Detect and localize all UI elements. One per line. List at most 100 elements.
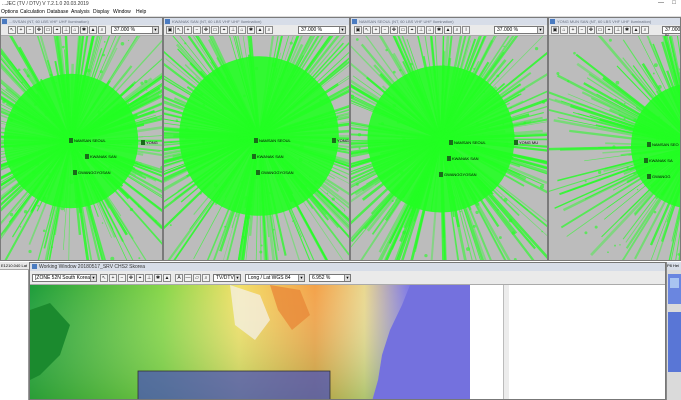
search-icon[interactable]: ⌕ [98, 26, 106, 34]
coverage-map[interactable]: NAMSAN SEOUL YONG KWANAK SAN GWANGGYOSAN [164, 36, 349, 260]
region-select[interactable]: [ZONE 52N South Korea ▼ [32, 274, 97, 282]
window-title[interactable]: NAMSAN SEOUL (NT, 60 LBS VHF UHF Ilumina… [351, 18, 547, 25]
zoom-select[interactable]: 6.952 % ▼ [309, 274, 351, 282]
coordinate-system-select[interactable]: Long / Lat WGS 84 ▼ [245, 274, 305, 282]
station-icon[interactable]: ⊥ [229, 26, 237, 34]
profile-icon[interactable]: ⌂ [426, 26, 434, 34]
menu-options[interactable]: Options [1, 9, 18, 15]
station-label[interactable]: KWANAK SAN [85, 154, 117, 159]
menu-calculation[interactable]: Calculation [20, 9, 45, 15]
station-icon[interactable]: ⊥ [417, 26, 425, 34]
station-icon[interactable]: ⊥ [145, 274, 153, 282]
zoom-in-icon[interactable]: + [372, 26, 380, 34]
zoom-out-icon[interactable]: − [26, 26, 34, 34]
map-window-4[interactable]: YONG MUN SAN (NT, 60 LBS VHF UHF Ilumina… [548, 17, 681, 261]
window-title[interactable]: KWANAK SAN (NT, 60 LBS VHF UHF Iluminati… [164, 18, 349, 25]
zoom-in-icon[interactable]: + [17, 26, 25, 34]
settings-icon[interactable]: ✱ [154, 274, 162, 282]
ruler-icon[interactable]: ▭ [399, 26, 407, 34]
zoom-select[interactable]: 37.000 % ▼ [111, 26, 159, 34]
minimize-button[interactable]: — [657, 0, 665, 6]
station-label[interactable]: GWANGG [647, 174, 671, 179]
map-window-2[interactable]: KWANAK SAN (NT, 60 LBS VHF UHF Iluminati… [163, 17, 350, 261]
station-icon[interactable]: ⊥ [62, 26, 70, 34]
measure-icon[interactable]: ⌖ [605, 26, 613, 34]
station-label[interactable]: YONG MU [514, 140, 538, 145]
terrain-icon[interactable]: ▲ [256, 26, 264, 34]
menu-database[interactable]: Database [47, 9, 68, 15]
measure-icon[interactable]: ⌖ [220, 26, 228, 34]
settings-icon[interactable]: ✱ [623, 26, 631, 34]
pan-icon[interactable]: ✥ [202, 26, 210, 34]
menu-help[interactable]: Help [136, 9, 146, 15]
window-title[interactable]: Working Window 20180517_SRV CHS2 Skorea [30, 263, 665, 271]
station-label[interactable]: NAMSAN SEOUL [254, 138, 291, 143]
working-window[interactable]: Working Window 20180517_SRV CHS2 Skorea … [29, 262, 666, 400]
zoom-in-icon[interactable]: + [109, 274, 117, 282]
station-label[interactable]: YONG [141, 140, 158, 145]
window-title[interactable]: ...SVSAN (NT, 60 LBS VHF UHF Ilumination… [1, 18, 162, 25]
select-tool-icon[interactable]: ↖ [363, 26, 371, 34]
terrain-icon[interactable]: ▲ [163, 274, 171, 282]
terrain-icon[interactable]: ▲ [89, 26, 97, 34]
menu-window[interactable]: Window [113, 9, 131, 15]
pan-icon[interactable]: ✥ [35, 26, 43, 34]
zoom-out-icon[interactable]: − [578, 26, 586, 34]
measure-icon[interactable]: ⌖ [136, 274, 144, 282]
zoom-select[interactable]: 37.000 % ▼ [298, 26, 346, 34]
terrain-icon[interactable]: ▲ [444, 26, 452, 34]
maximize-button[interactable]: □ [670, 0, 678, 6]
zoom-out-icon[interactable]: − [118, 274, 126, 282]
settings-icon[interactable]: ✱ [435, 26, 443, 34]
map-window-1[interactable]: ...SVSAN (NT, 60 LBS VHF UHF Ilumination… [0, 17, 163, 261]
ruler-icon[interactable]: ▭ [44, 26, 52, 34]
search-icon[interactable]: ⌕ [265, 26, 273, 34]
layer-select[interactable]: TV/DTV ▼ [213, 274, 241, 282]
pan-icon[interactable]: ✥ [587, 26, 595, 34]
menu-display[interactable]: Display [93, 9, 109, 15]
pan-icon[interactable]: ✥ [127, 274, 135, 282]
home-icon[interactable]: ⌂ [560, 26, 568, 34]
map-window-3[interactable]: NAMSAN SEOUL (NT, 60 LBS VHF UHF Ilumina… [350, 17, 548, 261]
station-label[interactable]: KWANAK SA [644, 158, 673, 163]
elevation-map[interactable] [30, 285, 470, 399]
search-icon[interactable]: ⌕ [453, 26, 461, 34]
search-icon[interactable]: ⌕ [641, 26, 649, 34]
measure-icon[interactable]: ⌖ [408, 26, 416, 34]
zoom-select[interactable]: 37.000 % ▼ [494, 26, 544, 34]
station-label[interactable]: KWANAK SAN [447, 156, 479, 161]
station-icon[interactable]: ⊥ [614, 26, 622, 34]
window-title[interactable]: YONG MUN SAN (NT, 60 LBS VHF UHF Ilumina… [549, 18, 680, 25]
settings-icon[interactable]: ✱ [80, 26, 88, 34]
zoom-select[interactable]: 37.000 % [662, 26, 680, 40]
station-label[interactable]: NAMSAN SEO [647, 142, 679, 147]
ruler-icon[interactable]: ▭ [211, 26, 219, 34]
menu-analysis[interactable]: Analysis [71, 9, 90, 15]
print-icon[interactable]: ▣ [166, 26, 174, 34]
vertical-scrollbar[interactable] [503, 285, 509, 399]
profile-icon[interactable]: ⌂ [238, 26, 246, 34]
coverage-map[interactable]: NAMSAN SEOUL YONG MU KWANAK SAN GWANGGYO… [351, 36, 547, 260]
measure-icon[interactable]: ⌖ [53, 26, 61, 34]
zoom-in-icon[interactable]: + [184, 26, 192, 34]
select-tool-icon[interactable]: ↖ [8, 26, 16, 34]
info-icon[interactable]: i [462, 26, 470, 34]
zoom-out-icon[interactable]: − [193, 26, 201, 34]
settings-icon[interactable]: ✱ [247, 26, 255, 34]
zoom-out-icon[interactable]: − [381, 26, 389, 34]
pan-icon[interactable]: ✥ [390, 26, 398, 34]
station-label[interactable]: NAMSAN SEOUL [449, 140, 486, 145]
line-icon[interactable]: — [184, 274, 192, 282]
coverage-map[interactable]: NAMSAN SEO KWANAK SA GWANGG [549, 36, 680, 260]
zoom-in-icon[interactable]: + [569, 26, 577, 34]
station-label[interactable]: GWANGGYOSAN [256, 170, 294, 175]
station-label[interactable]: GWANGGYOSAN [73, 170, 111, 175]
coverage-map[interactable]: NAMSAN SEOUL YONG KWANAK SAN GWANGGYOSAN [1, 36, 162, 260]
station-label[interactable]: NAMSAN SEOUL [69, 138, 106, 143]
print-icon[interactable]: ▣ [551, 26, 559, 34]
polygon-icon[interactable]: ▱ [193, 274, 201, 282]
text-icon[interactable]: A [175, 274, 183, 282]
terrain-icon[interactable]: ▲ [632, 26, 640, 34]
station-label[interactable]: GWANGGYOSAN [439, 172, 477, 177]
ruler-icon[interactable]: ▭ [596, 26, 604, 34]
